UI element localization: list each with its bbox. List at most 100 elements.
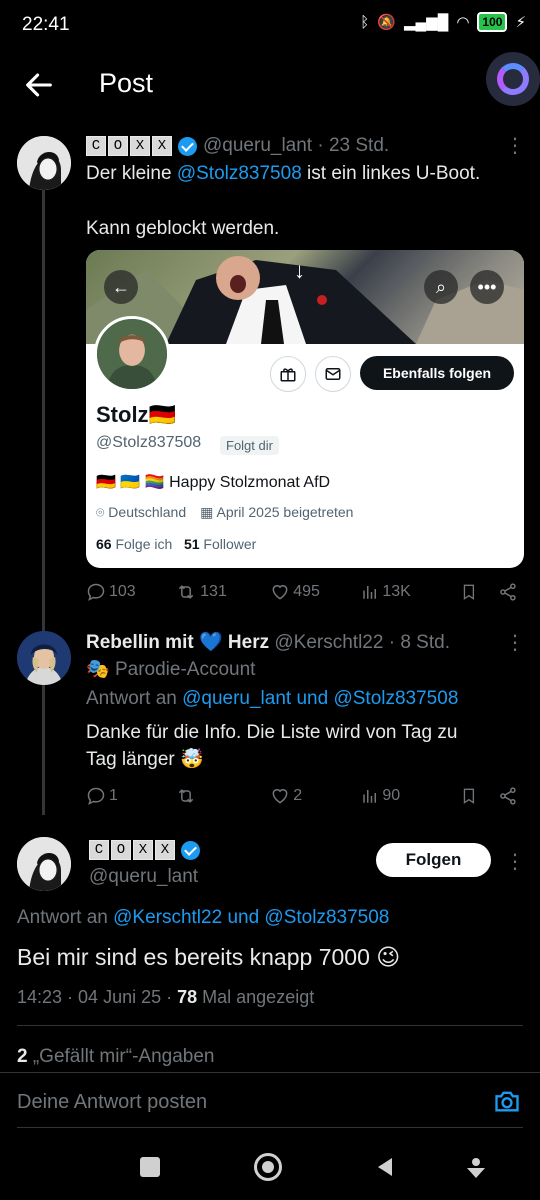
avatar[interactable] [17, 837, 71, 891]
more-options-icon[interactable]: ⋮ [505, 133, 525, 158]
mention-link[interactable]: @Stolz837508 [177, 163, 302, 184]
handle-time[interactable]: @queru_lant · 23 Std. [203, 135, 389, 157]
card-more-icon: ••• [470, 270, 504, 304]
main-tweet-name[interactable]: COXX [89, 840, 200, 860]
divider [17, 1127, 523, 1128]
reply-icon [87, 787, 105, 805]
like-button[interactable]: 2 [270, 786, 361, 806]
parody-mask-icon: 🎭 [86, 659, 110, 680]
bookmark-icon[interactable] [460, 786, 478, 806]
handle-time[interactable]: @Kerschtl22 · 8 Std. [274, 632, 450, 653]
reply-input[interactable]: Deine Antwort posten [17, 1091, 207, 1114]
display-name-logo[interactable]: COXX [86, 136, 172, 156]
reply-bar: Deine Antwort posten [0, 1072, 540, 1130]
status-bar: 22:41 ᛒ 🔕 ▂▄▆█ ◠ 100 ⚡ [0, 0, 540, 52]
blue-heart: 💙 [198, 632, 223, 653]
battery-icon: 100 [477, 12, 508, 32]
card-profile-name: Stolz🇩🇪 [96, 402, 176, 427]
reply-to: Antwort an @queru_lant und @Stolz837508 [86, 688, 459, 709]
signal-icon: ▂▄▆█ [404, 14, 449, 31]
camera-icon[interactable] [492, 1087, 522, 1115]
repost-icon [178, 585, 194, 599]
mute-icon: 🔕 [377, 14, 396, 31]
heart-icon [272, 789, 288, 804]
tweet-text: Der kleine @Stolz837508 ist ein linkes U… [86, 163, 481, 184]
location-pin-icon: ⌾ [96, 504, 105, 520]
page-title: Post [99, 68, 154, 98]
tweet-actions: 103 131 495 13K [86, 582, 518, 602]
reply-to: Antwort an @Kerschtl22 und @Stolz837508 [17, 907, 390, 928]
share-icon[interactable] [498, 582, 518, 602]
bluetooth-icon: ᛒ [360, 13, 370, 31]
reply-to-links[interactable]: @Kerschtl22 und @Stolz837508 [113, 907, 389, 928]
flag-germany: 🇩🇪 [148, 402, 176, 427]
likes-summary[interactable]: 2 „Gefällt mir“-Angaben [17, 1046, 214, 1068]
keyboard-hide-icon[interactable] [464, 1154, 488, 1180]
status-time: 22:41 [22, 14, 70, 35]
views-button[interactable]: 13K [361, 583, 460, 601]
header: Post [0, 52, 540, 118]
charging-icon: ⚡ [515, 14, 526, 31]
tweet-header: Rebellin mit 💙 Herz @Kerschtl22 · 8 Std. [86, 630, 450, 654]
divider [17, 1025, 523, 1026]
card-scroll-arrow-icon: ↓ [294, 258, 305, 283]
main-tweet-text: Bei mir sind es bereits knapp 7000 😉 [17, 944, 401, 970]
display-name-logo: COXX [89, 840, 175, 860]
recent-apps-icon[interactable] [140, 1157, 160, 1177]
views-count: 78 [177, 987, 198, 1007]
avatar-portrait-icon [17, 631, 71, 685]
reply-to-links[interactable]: @queru_lant und @Stolz837508 [182, 688, 458, 709]
tweet-text: Danke für die Info. Die Liste wird von T… [86, 722, 458, 743]
verified-badge-icon [178, 136, 197, 156]
repost-button[interactable] [175, 786, 270, 806]
repost-button[interactable]: 131 [175, 582, 270, 602]
tweet-text-line2: Kann geblockt werden. [86, 218, 280, 239]
reply-button[interactable]: 103 [86, 582, 175, 602]
avatar-portrait-icon [17, 837, 71, 891]
avatar[interactable] [17, 136, 71, 190]
card-avatar-photo [97, 319, 167, 389]
card-meta: ⌾ Deutschland ▦ April 2025 beigetreten [96, 504, 353, 521]
back-icon[interactable] [374, 1156, 396, 1178]
views-icon [363, 790, 377, 803]
embedded-profile-screenshot[interactable]: ← ↓ ⌕ ••• Ebenfalls folgen Stolz🇩🇪 @Stol… [86, 250, 524, 568]
card-follow-back-button: Ebenfalls folgen [360, 356, 514, 390]
card-search-icon: ⌕ [424, 270, 458, 304]
assistant-bubble-icon[interactable] [486, 52, 540, 106]
card-follow-stats: 66 Folge ich 51 Follower [96, 536, 257, 552]
card-profile-avatar [94, 316, 170, 392]
tweet-header: COXX @queru_lant · 23 Std. [86, 135, 389, 157]
main-tweet-handle[interactable]: @queru_lant [89, 866, 198, 888]
card-gift-icon [270, 356, 306, 392]
avatar[interactable] [17, 631, 71, 685]
follow-button[interactable]: Folgen [376, 843, 491, 877]
repost-icon [178, 789, 194, 803]
more-options-icon[interactable]: ⋮ [505, 630, 525, 655]
location: ⌾ Deutschland [96, 504, 187, 520]
verified-badge-icon [181, 840, 200, 860]
wifi-icon: ◠ [456, 14, 470, 31]
bookmark-icon[interactable] [460, 582, 478, 602]
tweet-text-line2: Tag länger 🤯 [86, 749, 204, 770]
thread-line [42, 190, 45, 815]
system-nav-bar [0, 1130, 540, 1200]
tweet-actions: 1 2 90 [86, 786, 518, 806]
more-options-icon[interactable]: ⋮ [505, 849, 525, 874]
card-bio: 🇩🇪 🇺🇦 🏳️‍🌈 Happy Stolzmonat AfD [96, 474, 331, 491]
like-button[interactable]: 495 [270, 582, 361, 602]
display-name[interactable]: Rebellin mit 💙 Herz [86, 632, 269, 653]
back-arrow-icon[interactable] [22, 68, 56, 102]
card-back-icon: ← [104, 270, 138, 304]
main-tweet-meta: 14:23 · 04 Juni 25 · 78 Mal angezeigt [17, 987, 315, 1007]
share-icon[interactable] [498, 786, 518, 806]
card-profile-handle: @Stolz837508 [96, 434, 202, 451]
avatar-portrait-icon [17, 136, 71, 190]
home-icon[interactable] [254, 1153, 282, 1181]
views-button[interactable]: 90 [361, 787, 460, 805]
joined-date: ▦ April 2025 beigetreten [200, 504, 354, 520]
reply-button[interactable]: 1 [86, 786, 175, 806]
views-icon [363, 586, 377, 599]
card-message-icon [315, 356, 351, 392]
heart-icon [272, 585, 288, 600]
status-icons: ᛒ 🔕 ▂▄▆█ ◠ 100 ⚡ [360, 12, 526, 32]
